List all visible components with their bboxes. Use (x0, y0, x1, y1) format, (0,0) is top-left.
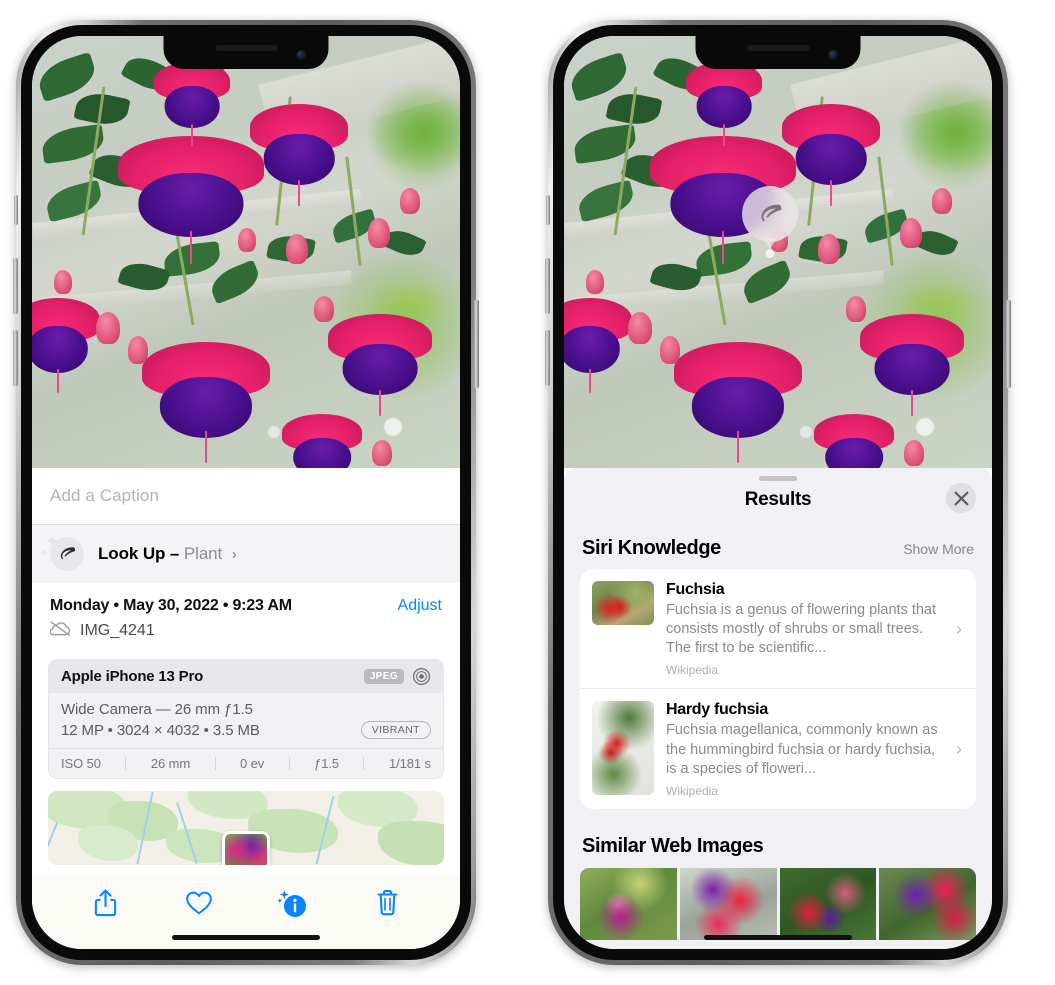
sparkle-small-icon: ✦ (40, 548, 49, 559)
icloud-slash-icon (49, 621, 71, 641)
similar-image-thumbnail[interactable] (580, 867, 677, 940)
similar-image-thumbnail[interactable] (879, 867, 976, 940)
earpiece-speaker (747, 45, 809, 51)
similar-image-thumbnail[interactable] (779, 867, 877, 940)
format-badge: JPEG (363, 669, 404, 684)
power-button[interactable] (474, 300, 479, 388)
look-up-title: Look Up – (98, 544, 180, 563)
info-sparkle-icon (277, 888, 308, 923)
volume-down-button[interactable] (545, 330, 550, 386)
device-name: Apple iPhone 13 Pro (61, 668, 204, 685)
photographic-style-badge: VIBRANT (360, 721, 431, 739)
exif-exposure-bias: 0 ev (239, 756, 265, 771)
knowledge-source: Wikipedia (666, 663, 719, 678)
results-sheet: Results Siri Knowledge Show More Fuchsia… (564, 468, 992, 949)
caption-field-row[interactable]: Add a Caption (32, 468, 460, 524)
knowledge-thumbnail (592, 701, 654, 796)
look-up-row[interactable]: ✦ ✦ Look Up – Plant › (32, 524, 460, 583)
phone-bezel: Add a Caption ✦ ✦ Look Up – Plant › Mond… (21, 25, 471, 960)
image-specs: 12 MP • 3024 × 4032 • 3.5 MB (61, 721, 260, 739)
exif-focal-length: 26 mm (150, 756, 191, 771)
caption-input-placeholder[interactable]: Add a Caption (50, 486, 159, 506)
knowledge-source: Wikipedia (666, 783, 719, 798)
notch (695, 36, 861, 69)
knowledge-title: Fuchsia (666, 581, 725, 598)
metadata-header: Apple iPhone 13 Pro JPEG (49, 660, 443, 693)
metadata-body: Wide Camera — 26 mm ƒ1.5 12 MP • 3024 × … (49, 693, 443, 748)
knowledge-description: Fuchsia is a genus of flowering plants t… (666, 602, 937, 657)
exif-iso: ISO 50 (61, 756, 101, 771)
notch (163, 36, 329, 69)
divider (288, 757, 290, 770)
photo-fuchsia[interactable] (32, 36, 460, 468)
photo-fuchsia[interactable] (564, 36, 992, 468)
adjust-button[interactable]: Adjust (398, 597, 442, 615)
chevron-right-icon: › (956, 618, 962, 639)
map-pin-thumbnail (225, 834, 267, 865)
location-map-card[interactable] (48, 791, 444, 865)
chevron-right-icon: › (231, 546, 237, 563)
camera-metadata-card[interactable]: Apple iPhone 13 Pro JPEG Wide Camera — 2… (48, 659, 444, 779)
chevron-right-icon: › (956, 739, 962, 760)
knowledge-description: Fuchsia magellanica, commonly known as t… (666, 722, 938, 777)
heart-icon (185, 890, 213, 921)
power-button[interactable] (1006, 300, 1011, 388)
photo-overlay (32, 36, 460, 468)
siri-knowledge-card: Fuchsia Fuchsia is a genus of flowering … (580, 569, 976, 809)
volume-down-button[interactable] (13, 330, 18, 386)
show-more-button[interactable]: Show More (903, 541, 974, 557)
divider (125, 757, 127, 770)
silent-switch[interactable] (546, 195, 550, 225)
date-block: Monday • May 30, 2022 • 9:23 AM Adjust I… (32, 583, 460, 651)
photo-datetime: Monday • May 30, 2022 • 9:23 AM (50, 597, 292, 614)
map-photo-pin (222, 831, 270, 865)
front-camera-icon (296, 49, 307, 60)
siri-knowledge-title: Siri Knowledge (582, 537, 721, 559)
exif-aperture: ƒ1.5 (314, 756, 339, 771)
phone-screen-right: Results Siri Knowledge Show More Fuchsia… (564, 36, 992, 949)
home-indicator[interactable] (172, 935, 320, 940)
aperture-icon (412, 667, 431, 686)
exif-row: ISO 50 26 mm 0 ev ƒ1.5 1/181 s (49, 748, 443, 778)
list-item[interactable]: Hardy fuchsia Fuchsia magellanica, commo… (580, 688, 976, 808)
list-item[interactable]: Fuchsia Fuchsia is a genus of flowering … (580, 569, 976, 688)
close-button[interactable] (946, 483, 976, 513)
look-up-subject: Plant (183, 544, 223, 563)
front-camera-icon (828, 49, 839, 60)
trash-icon (376, 889, 399, 922)
similar-web-images-title: Similar Web Images (582, 834, 764, 857)
photo-filename: IMG_4241 (80, 622, 155, 639)
phone-right: Results Siri Knowledge Show More Fuchsia… (545, 20, 1011, 965)
exif-shutter-speed: 1/181 s (388, 756, 431, 771)
share-button[interactable] (85, 885, 125, 925)
favorite-button[interactable] (179, 885, 219, 925)
similar-web-images-grid (564, 867, 992, 940)
similar-web-images-header: Similar Web Images (564, 809, 992, 868)
volume-up-button[interactable] (545, 258, 550, 314)
delete-button[interactable] (367, 885, 407, 925)
divider (363, 757, 365, 770)
phone-screen-left: Add a Caption ✦ ✦ Look Up – Plant › Mond… (32, 36, 460, 949)
lens-info: Wide Camera — 26 mm ƒ1.5 (61, 701, 253, 718)
siri-knowledge-header: Siri Knowledge Show More (564, 511, 992, 569)
silent-switch[interactable] (14, 195, 18, 225)
results-title: Results (744, 489, 812, 510)
similar-image-thumbnail[interactable] (679, 867, 777, 940)
knowledge-title: Hardy fuchsia (666, 701, 768, 719)
home-indicator[interactable] (704, 935, 852, 940)
photo-overlay (564, 36, 992, 468)
knowledge-thumbnail (592, 581, 654, 625)
share-icon (94, 888, 117, 922)
info-button[interactable] (273, 885, 313, 925)
divider (214, 757, 216, 770)
results-header: Results (564, 481, 992, 513)
phone-left: Add a Caption ✦ ✦ Look Up – Plant › Mond… (13, 20, 479, 965)
earpiece-speaker (215, 45, 277, 51)
visual-lookup-leaf-badge[interactable] (742, 186, 798, 242)
phone-bezel: Results Siri Knowledge Show More Fuchsia… (553, 25, 1003, 960)
volume-up-button[interactable] (13, 258, 18, 314)
close-icon (954, 491, 968, 505)
look-up-label: Look Up – Plant › (98, 544, 237, 564)
screenshot-stage: Add a Caption ✦ ✦ Look Up – Plant › Mond… (0, 0, 1055, 985)
